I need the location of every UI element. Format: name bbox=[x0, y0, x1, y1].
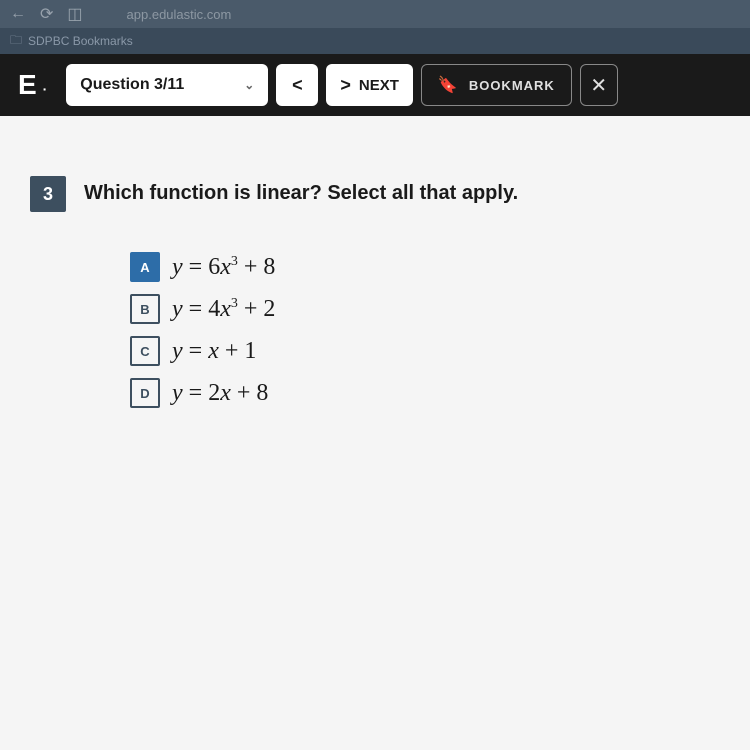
content-area: 3 Which function is linear? Select all t… bbox=[0, 116, 750, 750]
question-text: Which function is linear? Select all tha… bbox=[84, 176, 518, 205]
choices-list: A y = 6x3 + 8 B y = 4x3 + 2 C y = x + 1 … bbox=[130, 252, 720, 408]
folder-icon: 🗀 bbox=[10, 31, 22, 52]
choice-b[interactable]: B y = 4x3 + 2 bbox=[130, 294, 720, 324]
choice-text: y = 2x + 8 bbox=[172, 380, 268, 407]
app-logo: E · bbox=[8, 69, 58, 101]
choice-letter: C bbox=[130, 336, 160, 366]
choice-text: y = 4x3 + 2 bbox=[172, 296, 275, 323]
choice-d[interactable]: D y = 2x + 8 bbox=[130, 378, 720, 408]
prev-button[interactable]: < bbox=[276, 64, 318, 106]
back-icon[interactable]: ← bbox=[10, 5, 26, 23]
reload-icon[interactable]: ⟳ bbox=[40, 4, 53, 24]
next-button[interactable]: > NEXT bbox=[326, 64, 413, 106]
bookmark-icon: 🔖 bbox=[438, 75, 459, 95]
next-label: NEXT bbox=[359, 77, 399, 94]
chevron-right-icon: > bbox=[340, 75, 351, 96]
bookmark-label: BOOKMARK bbox=[469, 78, 555, 93]
bookmark-button[interactable]: 🔖 BOOKMARK bbox=[421, 64, 572, 106]
choice-text: y = x + 1 bbox=[172, 338, 256, 365]
question-block: 3 Which function is linear? Select all t… bbox=[30, 176, 720, 212]
bookmarks-bar: 🗀 SDPBC Bookmarks bbox=[0, 28, 750, 54]
question-number: 3 bbox=[30, 176, 66, 212]
choice-letter: D bbox=[130, 378, 160, 408]
choice-c[interactable]: C y = x + 1 bbox=[130, 336, 720, 366]
choice-letter: B bbox=[130, 294, 160, 324]
url-hint: app.edulastic.com bbox=[127, 7, 232, 22]
question-selector[interactable]: Question 3/11 ⌄ bbox=[66, 64, 268, 106]
choice-a[interactable]: A y = 6x3 + 8 bbox=[130, 252, 720, 282]
send-icon[interactable]: ◫ bbox=[67, 4, 82, 24]
chevron-down-icon: ⌄ bbox=[244, 78, 254, 92]
close-button[interactable]: ✕ bbox=[580, 64, 618, 106]
close-icon: ✕ bbox=[590, 73, 607, 98]
choice-text: y = 6x3 + 8 bbox=[172, 254, 275, 281]
app-toolbar: E · Question 3/11 ⌄ < > NEXT 🔖 BOOKMARK … bbox=[0, 54, 750, 116]
bookmark-folder[interactable]: SDPBC Bookmarks bbox=[28, 34, 133, 48]
question-selector-label: Question 3/11 bbox=[80, 76, 184, 94]
choice-letter: A bbox=[130, 252, 160, 282]
browser-chrome: ← ⟳ ◫ app.edulastic.com bbox=[0, 0, 750, 28]
